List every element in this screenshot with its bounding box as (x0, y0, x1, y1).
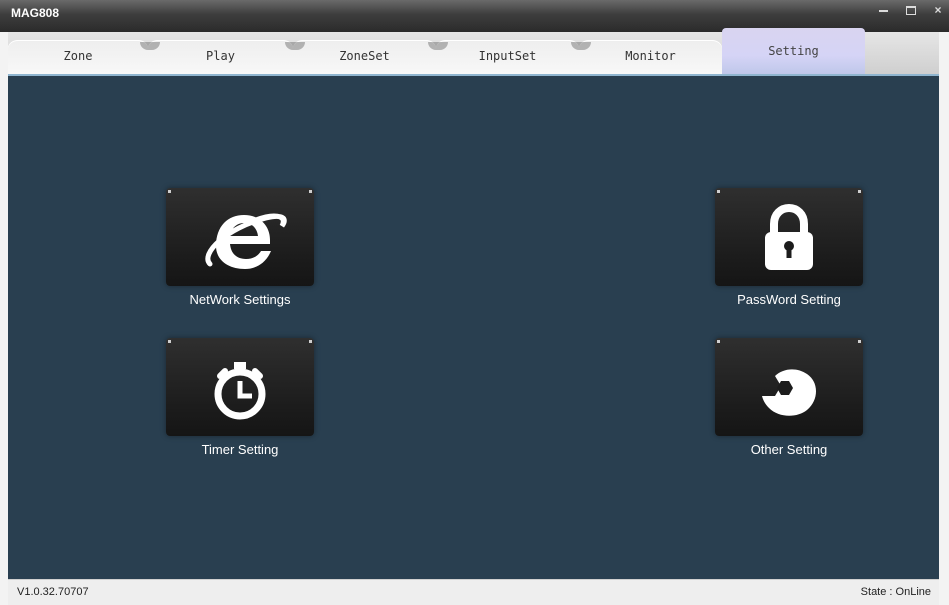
settings-panel: NetWork Settings PassWord Setting Timer … (8, 74, 939, 579)
maximize-button[interactable] (901, 0, 921, 20)
network-settings-tile[interactable]: NetWork Settings (160, 188, 320, 308)
tile-background (166, 188, 314, 286)
status-bar: V1.0.32.70707 State : OnLine (8, 579, 939, 605)
tab-zoneset[interactable]: ZoneSet (293, 40, 436, 74)
timer-setting-tile[interactable]: Timer Setting (160, 338, 320, 458)
minimize-button[interactable] (874, 0, 894, 20)
password-setting-tile[interactable]: PassWord Setting (709, 188, 869, 308)
tab-play[interactable]: Play (148, 40, 293, 74)
tile-background (715, 188, 863, 286)
tab-zone[interactable]: Zone (8, 40, 148, 74)
password-setting-label: PassWord Setting (737, 292, 841, 307)
internet-explorer-icon (205, 213, 287, 269)
timer-setting-label: Timer Setting (201, 442, 279, 457)
tab-monitor[interactable]: Monitor (579, 40, 722, 74)
tab-setting[interactable]: Setting (722, 28, 865, 74)
wrench-icon (762, 369, 816, 416)
version-text: V1.0.32.70707 (17, 586, 89, 598)
connection-state: State : OnLine (860, 586, 931, 598)
app-title: MAG808 (11, 6, 60, 20)
tile-background (715, 338, 863, 436)
network-settings-label: NetWork Settings (189, 292, 291, 307)
other-setting-tile[interactable]: Other Setting (709, 338, 869, 458)
tab-inputset[interactable]: InputSet (436, 40, 579, 74)
other-setting-label: Other Setting (750, 442, 828, 457)
tile-background (166, 338, 314, 436)
tab-strip: Zone Play ZoneSet InputSet Monitor Setti… (8, 28, 939, 74)
stopwatch-icon (214, 362, 266, 420)
lock-icon (765, 203, 813, 270)
close-button[interactable]: × (928, 0, 948, 20)
